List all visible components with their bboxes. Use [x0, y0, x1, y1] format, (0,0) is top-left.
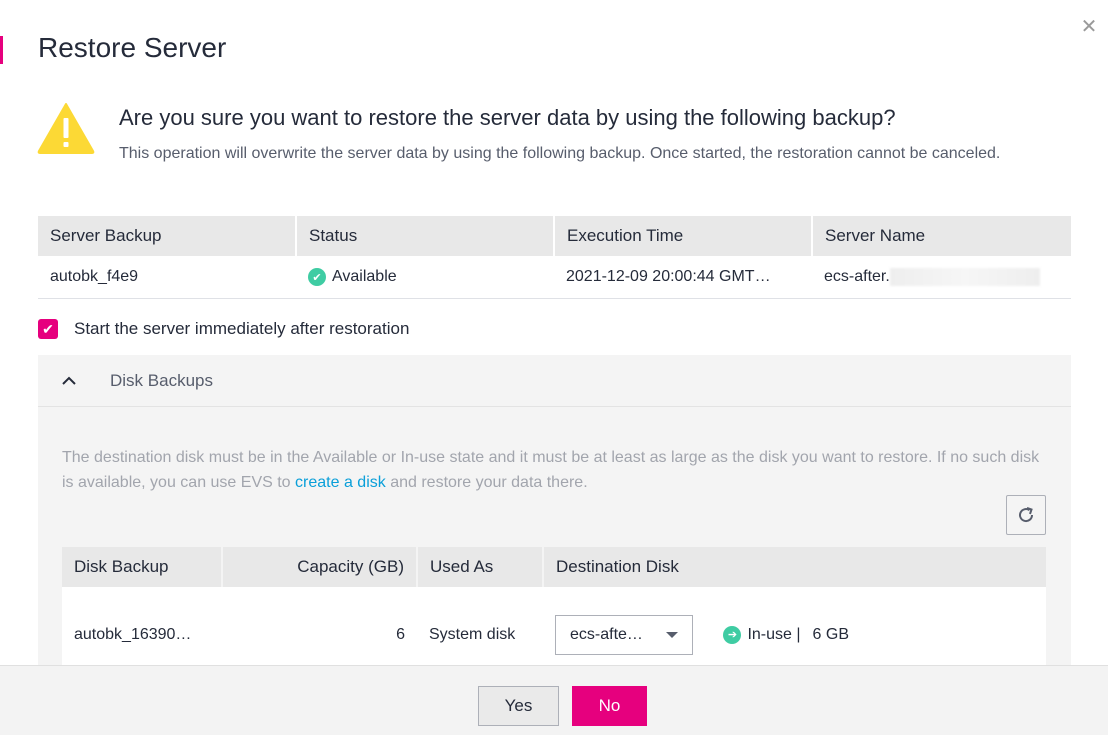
table-row: autobk_f4e9 ✔ Available 2021-12-09 20:00… [38, 256, 1071, 299]
column-header-used-as: Used As [416, 547, 543, 587]
warning-title: Are you sure you want to restore the ser… [119, 105, 896, 130]
dialog-title: Restore Server [38, 32, 227, 63]
server-backup-table: Server Backup Status Execution Time Serv… [38, 216, 1071, 299]
disk-status-badge: ➔ In-use | 6 GB [723, 625, 849, 644]
start-after-restore-label: Start the server immediately after resto… [74, 319, 410, 338]
column-header-capacity: Capacity (GB) [221, 547, 417, 587]
column-header-server-backup: Server Backup [38, 216, 296, 256]
disk-backups-panel: Disk Backups The destination disk must b… [38, 355, 1071, 682]
arrow-right-circle-icon: ➔ [723, 625, 742, 644]
refresh-icon [1019, 507, 1034, 523]
server-name-cell: ecs-after. [812, 256, 1071, 299]
note-text-after-link: and restore your data there. [385, 474, 588, 491]
create-disk-link[interactable]: create a disk [295, 474, 386, 491]
disk-size-text: 6 GB [812, 625, 849, 643]
table-header-row: Server Backup Status Execution Time Serv… [38, 216, 1071, 256]
refresh-button[interactable] [1006, 495, 1046, 535]
column-header-destination-disk: Destination Disk [542, 547, 1046, 587]
column-header-disk-backup: Disk Backup [62, 547, 222, 587]
disk-backups-note: The destination disk must be in the Avai… [62, 445, 1047, 495]
start-after-restore-row: ✔ Start the server immediately after res… [38, 319, 409, 339]
no-button[interactable]: No [572, 686, 647, 726]
disk-backup-table: Disk Backup Capacity (GB) Used As Destin… [62, 547, 1046, 682]
server-name-text: ecs-after. [824, 267, 890, 285]
dialog-footer: Yes No [0, 665, 1108, 735]
check-circle-icon: ✔ [308, 268, 326, 286]
table-header-row: Disk Backup Capacity (GB) Used As Destin… [62, 547, 1046, 587]
warning-description: This operation will overwrite the server… [119, 145, 1001, 162]
caret-down-icon [666, 631, 678, 638]
disk-status-text: In-use | [747, 625, 801, 643]
column-header-server-name: Server Name [811, 216, 1071, 256]
column-header-status: Status [295, 216, 554, 256]
title-accent-bar [0, 36, 3, 64]
destination-disk-select[interactable]: ecs-afte… [555, 614, 693, 655]
column-header-execution-time: Execution Time [553, 216, 812, 256]
yes-button[interactable]: Yes [478, 686, 559, 726]
status-text: Available [332, 268, 397, 285]
disk-backups-toggle[interactable]: Disk Backups [38, 355, 1071, 407]
status-cell: ✔ Available [296, 256, 554, 299]
destination-disk-value: ecs-afte… [570, 625, 643, 643]
redacted-text [889, 267, 1040, 286]
disk-backups-label: Disk Backups [110, 370, 213, 390]
close-icon[interactable]: ✕ [1080, 17, 1098, 37]
warning-icon [37, 103, 95, 154]
status-badge: ✔ Available [308, 268, 397, 286]
execution-time-cell: 2021-12-09 20:00:44 GMT… [554, 256, 812, 299]
chevron-up-icon [62, 373, 86, 389]
server-backup-cell: autobk_f4e9 [38, 256, 296, 299]
start-after-restore-checkbox[interactable]: ✔ [38, 319, 58, 339]
